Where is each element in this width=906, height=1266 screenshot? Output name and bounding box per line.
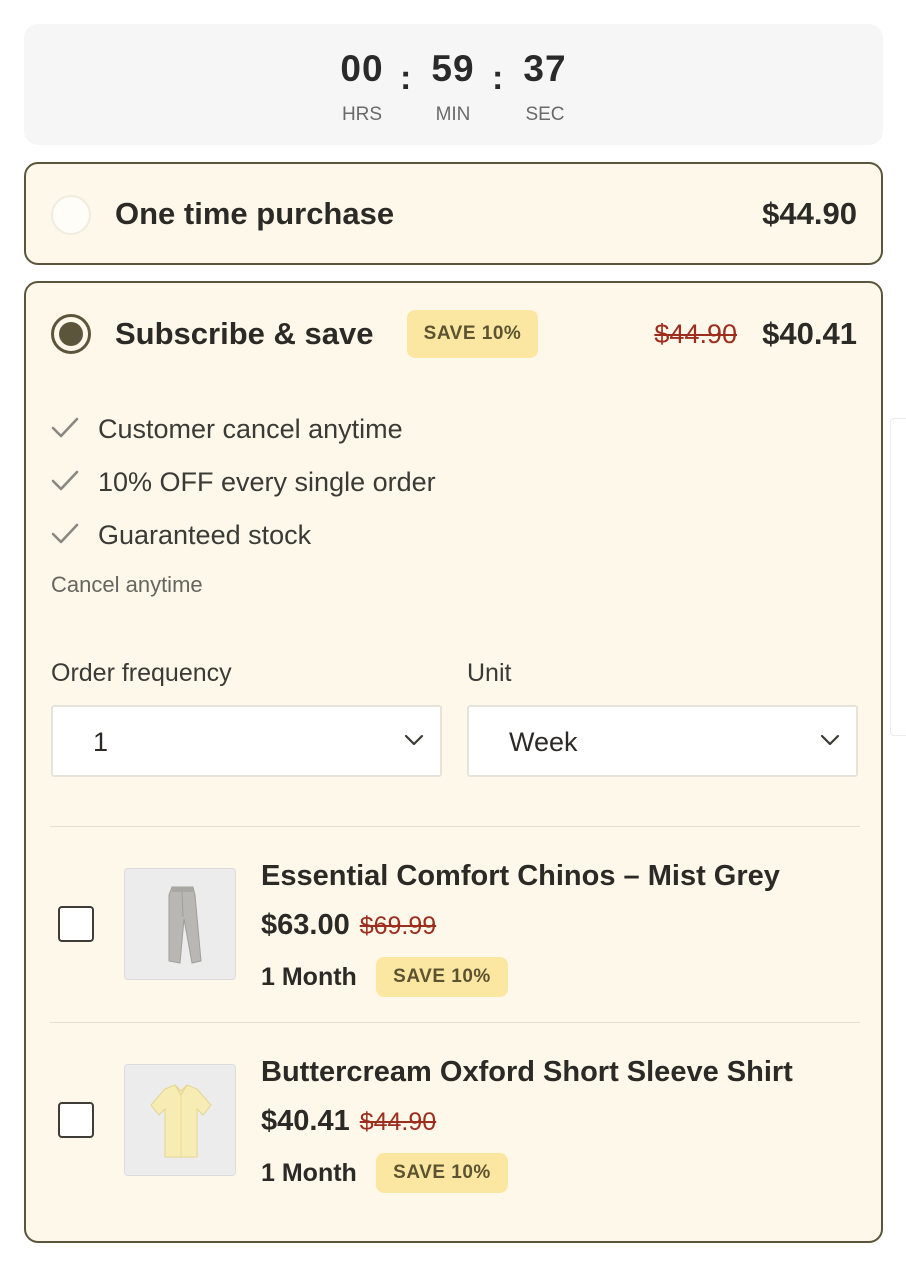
product-name: Essential Comfort Chinos – Mist Grey bbox=[261, 860, 780, 892]
product-price: $40.41 bbox=[261, 1105, 350, 1137]
subscribe-price: $40.41 bbox=[762, 316, 857, 351]
timer-seconds-value: 37 bbox=[523, 48, 567, 89]
chinos-image bbox=[168, 886, 202, 964]
one-time-purchase-option[interactable]: One time purchase $44.90 bbox=[24, 162, 883, 265]
timer-hours-value: 00 bbox=[340, 48, 384, 89]
addon-product: Essential Comfort Chinos – Mist Grey $63… bbox=[26, 827, 881, 1023]
benefit-text: Guaranteed stock bbox=[98, 520, 312, 550]
cancel-anytime-note: Cancel anytime bbox=[51, 572, 203, 597]
timer-hours: 00 HRS bbox=[312, 46, 412, 126]
radio-selected-dot bbox=[59, 322, 83, 346]
check-icon bbox=[51, 470, 79, 491]
product-image-chinos bbox=[124, 868, 236, 980]
order-frequency-select[interactable]: 1 bbox=[51, 705, 442, 777]
unit-value: Week bbox=[509, 727, 578, 757]
check-icon bbox=[51, 417, 79, 438]
side-panel-edge bbox=[890, 418, 906, 736]
one-time-price: $44.90 bbox=[762, 196, 857, 231]
one-time-radio[interactable] bbox=[51, 195, 91, 235]
product-price: $63.00 bbox=[261, 909, 350, 941]
product-frequency: 1 Month bbox=[261, 963, 357, 991]
order-frequency-value: 1 bbox=[93, 727, 109, 757]
subscribe-save-option[interactable]: Subscribe & save SAVE 10% $44.90 $40.41 … bbox=[24, 281, 883, 1243]
save-badge: SAVE 10% bbox=[407, 310, 538, 358]
timer-hours-label: HRS bbox=[341, 104, 383, 125]
subscribe-title: Subscribe & save bbox=[115, 316, 374, 351]
timer-seconds-label: SEC bbox=[525, 104, 565, 125]
product-price-row: $40.41 $44.90 bbox=[261, 1103, 436, 1140]
product-price-row: $63.00 $69.99 bbox=[261, 907, 436, 944]
product-save-badge: SAVE 10% bbox=[376, 1153, 508, 1193]
product-save-badge: SAVE 10% bbox=[376, 957, 508, 997]
chevron-down-icon bbox=[404, 734, 424, 746]
benefit-text: Customer cancel anytime bbox=[98, 414, 403, 444]
product-frequency: 1 Month bbox=[261, 1159, 357, 1187]
order-frequency-label: Order frequency bbox=[51, 659, 232, 687]
product-old-price: $44.90 bbox=[359, 1108, 437, 1136]
addon-product-checkbox[interactable] bbox=[58, 906, 94, 942]
subscribe-old-price: $44.90 bbox=[654, 319, 737, 349]
countdown-timer: 00 HRS : 59 MIN : 37 SEC bbox=[24, 24, 883, 145]
benefit-text: 10% OFF every single order bbox=[98, 467, 436, 497]
shirt-image bbox=[150, 1084, 212, 1158]
check-icon bbox=[51, 523, 79, 544]
product-old-price: $69.99 bbox=[359, 912, 437, 940]
unit-label: Unit bbox=[467, 659, 512, 687]
chevron-down-icon bbox=[820, 734, 840, 746]
timer-minutes: 59 MIN bbox=[403, 46, 503, 126]
timer-seconds: 37 SEC bbox=[495, 46, 595, 126]
addon-product-checkbox[interactable] bbox=[58, 1102, 94, 1138]
product-image-shirt bbox=[124, 1064, 236, 1176]
unit-select[interactable]: Week bbox=[467, 705, 858, 777]
addon-product: Buttercream Oxford Short Sleeve Shirt $4… bbox=[26, 1023, 881, 1219]
timer-minutes-value: 59 bbox=[431, 48, 475, 89]
one-time-title: One time purchase bbox=[115, 196, 395, 231]
product-name: Buttercream Oxford Short Sleeve Shirt bbox=[261, 1056, 793, 1088]
subscribe-radio[interactable] bbox=[51, 314, 91, 354]
timer-minutes-label: MIN bbox=[435, 104, 471, 125]
